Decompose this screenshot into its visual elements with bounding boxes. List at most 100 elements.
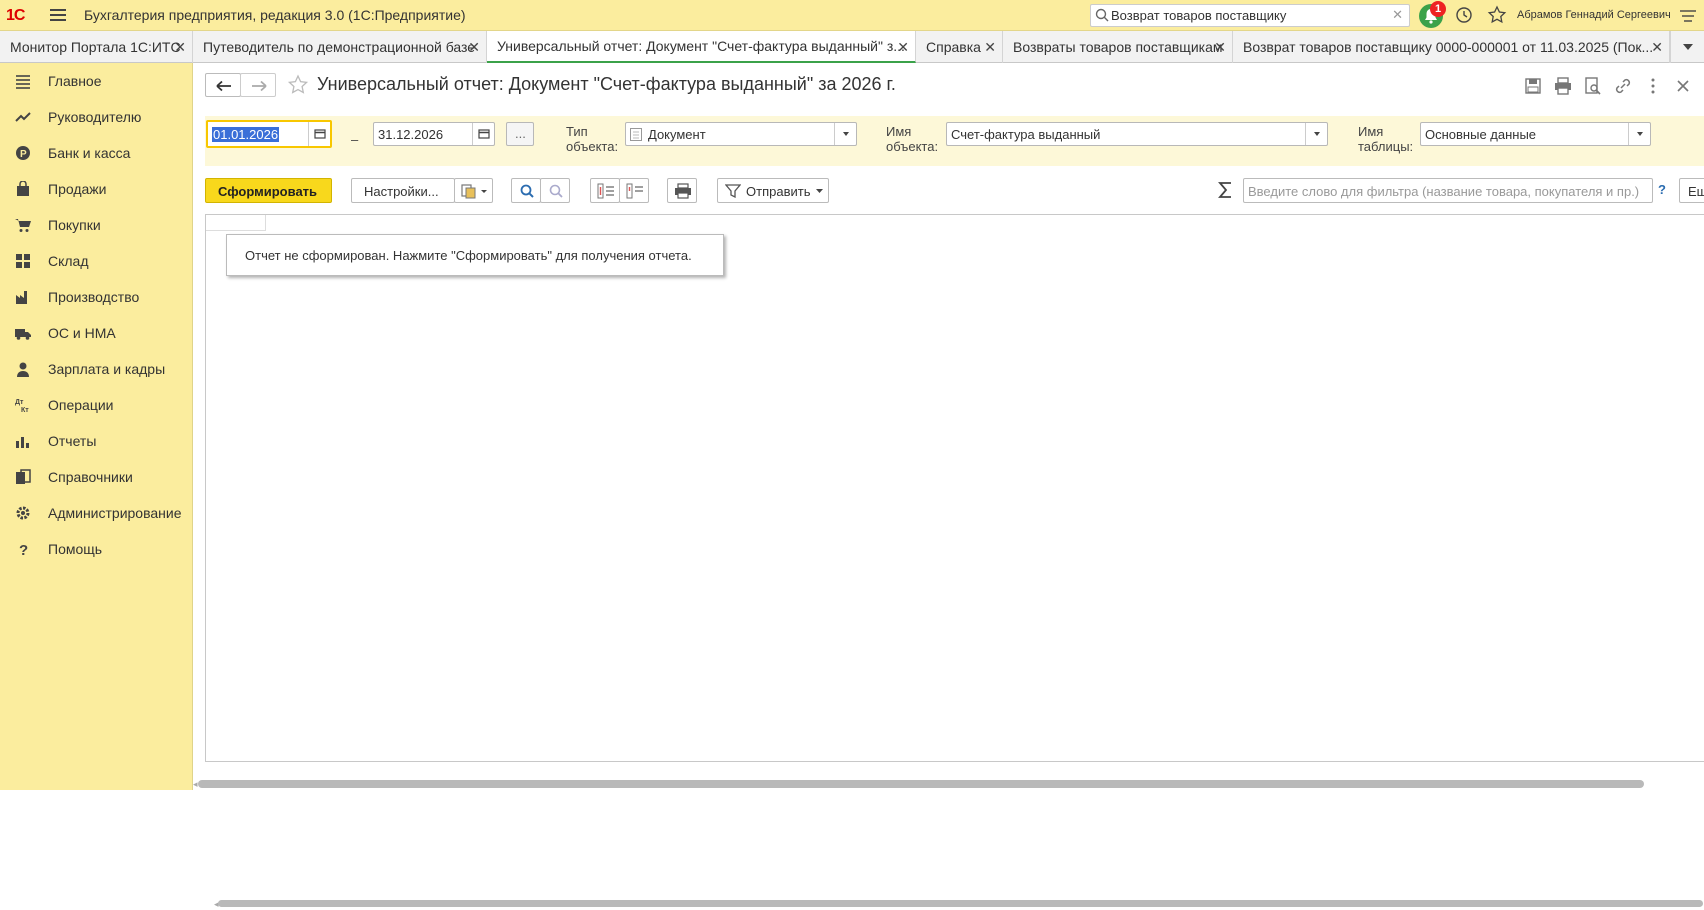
- report-filter-input[interactable]: Введите слово для фильтра (название това…: [1243, 178, 1653, 203]
- arrow-right-icon: [252, 80, 267, 92]
- date-from-field[interactable]: 01.01.2026: [206, 120, 332, 148]
- tab-help[interactable]: Справка ✕: [916, 31, 1003, 63]
- close-form-icon[interactable]: [1674, 77, 1692, 95]
- object-type-label: Тип объекта:: [566, 124, 619, 154]
- sidebar-item-sales[interactable]: Продажи: [0, 171, 193, 207]
- tab-universal-report[interactable]: Универсальный отчет: Документ "Счет-факт…: [487, 31, 916, 63]
- sidebar-item-reports[interactable]: Отчеты: [0, 423, 193, 459]
- more-actions-icon[interactable]: [1644, 77, 1662, 95]
- save-icon[interactable]: [1524, 77, 1542, 95]
- sections-panel: Главное Руководителю P Банк и касса Прод…: [0, 63, 193, 790]
- tab-supplier-return-doc[interactable]: Возврат товаров поставщику 0000-000001 о…: [1233, 31, 1670, 63]
- date-to-value: 31.12.2026: [378, 127, 444, 142]
- table-name-label: Имя таблицы:: [1358, 124, 1414, 154]
- main-menu-icon[interactable]: [50, 9, 66, 21]
- sidebar-item-label: Справочники: [48, 469, 133, 485]
- tab-demo-guide[interactable]: Путеводитель по демонстрационной базе ✕: [193, 31, 487, 63]
- sidebar-item-fixed-assets[interactable]: ОС и НМА: [0, 315, 193, 351]
- cart-icon: [15, 219, 31, 232]
- sidebar-item-label: Склад: [48, 253, 89, 269]
- period-select-button[interactable]: ...: [506, 122, 534, 146]
- gear-icon: [16, 506, 30, 520]
- close-icon[interactable]: ✕: [984, 39, 996, 56]
- object-type-dropdown[interactable]: [834, 123, 856, 145]
- print-icon[interactable]: [1554, 77, 1572, 95]
- date-to-field[interactable]: 31.12.2026: [373, 122, 495, 146]
- generate-button[interactable]: Сформировать: [205, 178, 332, 203]
- back-button[interactable]: [205, 73, 241, 97]
- link-icon[interactable]: [1614, 77, 1632, 95]
- more-button[interactable]: Ещ: [1679, 178, 1704, 203]
- date-from-calendar-button[interactable]: [308, 122, 330, 146]
- object-type-field[interactable]: Документ: [625, 122, 857, 146]
- sidebar-item-purchases[interactable]: Покупки: [0, 207, 193, 243]
- collapse-groups-button[interactable]: [590, 178, 620, 203]
- table-name-dropdown[interactable]: [1628, 123, 1650, 145]
- sidebar-item-bank[interactable]: P Банк и касса: [0, 135, 193, 171]
- sidebar-item-label: Отчеты: [48, 433, 97, 449]
- favorites-star-icon[interactable]: [1487, 5, 1507, 25]
- chevron-down-icon: [1314, 132, 1320, 136]
- find-next-button[interactable]: [540, 178, 570, 203]
- object-name-value: Счет-фактура выданный: [951, 127, 1101, 142]
- history-icon[interactable]: [1455, 6, 1473, 24]
- table-name-field[interactable]: Основные данные: [1420, 122, 1651, 146]
- preview-icon[interactable]: [1584, 77, 1602, 95]
- sidebar-item-catalogs[interactable]: Справочники: [0, 459, 193, 495]
- report-spreadsheet[interactable]: Отчет не сформирован. Нажмите "Сформиров…: [205, 214, 1704, 909]
- object-name-label: Имя объекта:: [886, 124, 939, 154]
- sidebar-item-help[interactable]: ? Помощь: [0, 531, 193, 567]
- sum-icon[interactable]: [1218, 181, 1234, 199]
- sidebar-item-warehouse[interactable]: Склад: [0, 243, 193, 279]
- variants-button[interactable]: [454, 178, 493, 203]
- date-to-calendar-button[interactable]: [472, 123, 494, 145]
- user-name[interactable]: Абрамов Геннадий Сергеевич: [1517, 9, 1671, 21]
- sidebar-item-production[interactable]: Производство: [0, 279, 193, 315]
- send-button[interactable]: Отправить: [717, 178, 829, 203]
- open-windows-tabs: Монитор Портала 1С:ИТС ✕ Путеводитель по…: [0, 31, 1704, 63]
- sidebar-item-label: Помощь: [48, 541, 103, 557]
- close-icon[interactable]: ✕: [897, 39, 909, 56]
- sidebar-item-operations[interactable]: Дт Кт Операции: [0, 387, 193, 423]
- tab-its-monitor[interactable]: Монитор Портала 1С:ИТС ✕: [0, 31, 193, 63]
- filter-placeholder: Введите слово для фильтра (название това…: [1248, 184, 1640, 199]
- clear-search-icon[interactable]: ✕: [1392, 7, 1403, 23]
- date-from-value: 01.01.2026: [212, 127, 280, 142]
- close-icon[interactable]: ✕: [1651, 39, 1663, 56]
- find-button[interactable]: [511, 178, 541, 203]
- app-logo[interactable]: 1С: [6, 7, 25, 25]
- close-icon[interactable]: ✕: [1214, 39, 1226, 56]
- bars-icon: [16, 437, 29, 448]
- scroll-left-icon[interactable]: ◂: [193, 779, 198, 790]
- chevron-down-icon: [1637, 132, 1643, 136]
- system-menu-icon[interactable]: [1680, 9, 1696, 23]
- spreadsheet-corner-cell: [206, 215, 266, 231]
- report-horizontal-scrollbar[interactable]: [218, 900, 1703, 907]
- tabs-more-button[interactable]: [1670, 31, 1704, 63]
- object-name-dropdown[interactable]: [1305, 123, 1327, 145]
- svg-text:P: P: [20, 149, 27, 160]
- collapse-icon: [597, 183, 614, 199]
- notifications-badge: 1: [1430, 1, 1446, 17]
- tab-label: Путеводитель по демонстрационной базе: [203, 39, 476, 55]
- print-button[interactable]: [667, 178, 697, 203]
- close-icon[interactable]: ✕: [174, 39, 186, 56]
- page-title: Универсальный отчет: Документ "Счет-факт…: [317, 74, 896, 94]
- sidebar-item-manager[interactable]: Руководителю: [0, 99, 193, 135]
- expand-groups-button[interactable]: [619, 178, 649, 203]
- object-name-field[interactable]: Счет-фактура выданный: [946, 122, 1328, 146]
- sidebar-item-payroll[interactable]: Зарплата и кадры: [0, 351, 193, 387]
- tab-supplier-returns[interactable]: Возвраты товаров поставщикам ✕: [1003, 31, 1233, 63]
- form-horizontal-scrollbar[interactable]: [198, 780, 1644, 788]
- sidebar-item-main[interactable]: Главное: [0, 63, 193, 99]
- settings-button[interactable]: Настройки...: [351, 178, 455, 203]
- forward-button[interactable]: [240, 73, 276, 97]
- filter-help-icon[interactable]: ?: [1658, 182, 1666, 197]
- sidebar-item-label: Производство: [48, 289, 140, 305]
- close-icon[interactable]: ✕: [468, 39, 480, 56]
- sidebar-item-label: Главное: [48, 73, 102, 89]
- add-to-favorites-star-icon[interactable]: [287, 74, 309, 96]
- send-button-label: Отправить: [746, 184, 811, 199]
- sidebar-item-admin[interactable]: Администрирование: [0, 495, 193, 531]
- global-search-input[interactable]: Возврат товаров поставщику ✕: [1090, 4, 1410, 27]
